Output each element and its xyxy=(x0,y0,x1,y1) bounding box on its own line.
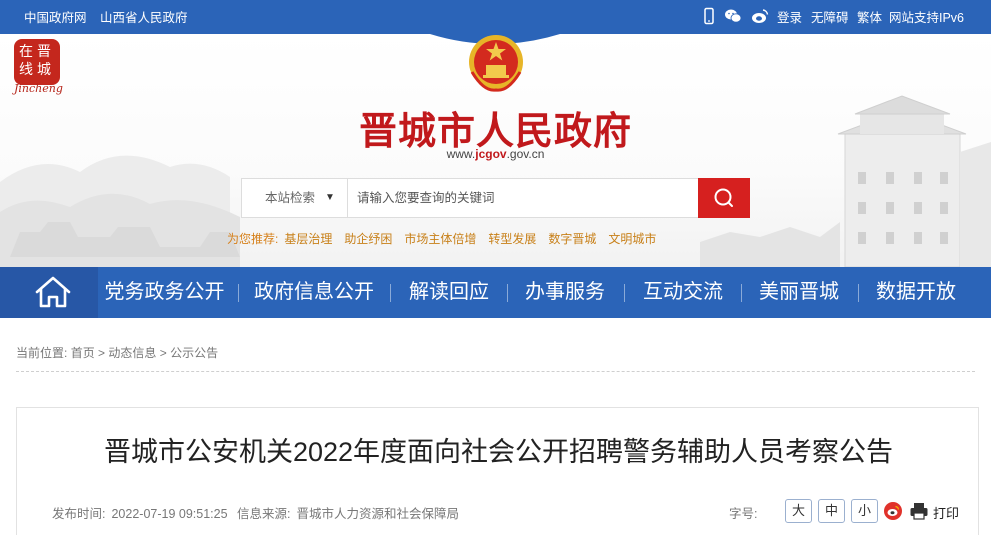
printer-icon[interactable] xyxy=(909,501,929,521)
search-scope-select[interactable]: 本站检索 ▼ xyxy=(242,179,348,217)
article-meta: 发布时间: 2022-07-19 09:51:25 信息来源: 晋城市人力资源和社会… xyxy=(52,507,460,521)
nav-services[interactable]: 办事服务 xyxy=(521,267,609,318)
nav-divider xyxy=(390,284,391,302)
weibo-share-icon[interactable] xyxy=(884,502,902,520)
national-emblem-icon xyxy=(469,35,523,92)
jincheng-online-logo[interactable]: 在晋 线城 xyxy=(14,39,60,85)
nav-interpretation[interactable]: 解读回应 xyxy=(405,267,493,318)
recommended-topics: 为您推荐: 基层治理 助企纾困 市场主体倍增 转型发展 数字晋城 文明城市 xyxy=(227,232,657,246)
top-bar: 中国政府网 山西省人民政府 登录 无障碍 繁体 网站支持IPv6 xyxy=(0,0,991,32)
font-size-medium-button[interactable]: 中 xyxy=(818,499,845,523)
breadcrumb-home[interactable]: 首页 xyxy=(71,346,95,360)
main-nav: 党务政务公开 政府信息公开 解读回应 办事服务 互动交流 美丽晋城 数据开放 xyxy=(0,267,991,318)
nav-divider xyxy=(238,284,239,302)
search-button[interactable] xyxy=(698,178,750,218)
site-url: www.jcgov.gov.cn xyxy=(446,147,545,161)
article-panel: 晋城市公安机关2022年度面向社会公开招聘警务辅助人员考察公告 发布时间: 202… xyxy=(16,407,979,535)
nav-open-data[interactable]: 数据开放 xyxy=(872,267,960,318)
article-source: 晋城市人力资源和社会保障局 xyxy=(296,507,460,521)
print-button[interactable]: 打印 xyxy=(933,503,959,522)
mobile-icon[interactable] xyxy=(700,7,718,25)
font-size-small-button[interactable]: 小 xyxy=(851,499,878,523)
search-input[interactable] xyxy=(349,179,698,217)
breadcrumb: 当前位置: 首页 > 动态信息 > 公示公告 xyxy=(16,346,219,360)
nav-party-affairs[interactable]: 党务政务公开 xyxy=(101,267,228,318)
nav-divider xyxy=(741,284,742,302)
publish-time: 2022-07-19 09:51:25 xyxy=(111,507,228,521)
recommend-transformation[interactable]: 转型发展 xyxy=(488,232,536,246)
wechat-icon[interactable] xyxy=(724,7,742,25)
ipv6-support-link[interactable]: 网站支持IPv6 xyxy=(889,7,964,26)
search-bar: 本站检索 ▼ xyxy=(241,178,750,218)
nav-gov-info[interactable]: 政府信息公开 xyxy=(250,267,378,318)
breadcrumb-announcements[interactable]: 公示公告 xyxy=(170,346,218,360)
recommend-civilized-city[interactable]: 文明城市 xyxy=(608,232,656,246)
article-title: 晋城市公安机关2022年度面向社会公开招聘警务辅助人员考察公告 xyxy=(103,437,894,467)
link-china-gov[interactable]: 中国政府网 xyxy=(24,7,87,26)
traditional-chinese-link[interactable]: 繁体 xyxy=(857,7,882,26)
nav-divider xyxy=(858,284,859,302)
logo-english-text: Jincheng xyxy=(14,82,63,95)
home-icon xyxy=(35,276,71,308)
nav-interaction[interactable]: 互动交流 xyxy=(639,267,727,318)
nav-beautiful-jincheng[interactable]: 美丽晋城 xyxy=(755,267,843,318)
breadcrumb-news[interactable]: 动态信息 xyxy=(108,346,156,360)
recommend-enterprise-relief[interactable]: 助企纾困 xyxy=(344,232,392,246)
search-icon xyxy=(714,188,733,207)
site-header: 在晋 线城 Jincheng 晋城市人民政府 www.jcgov.gov.cn … xyxy=(0,32,991,267)
caret-down-icon: ▼ xyxy=(325,192,335,203)
nav-home[interactable] xyxy=(0,267,98,318)
font-size-large-button[interactable]: 大 xyxy=(785,499,812,523)
recommend-digital-jincheng[interactable]: 数字晋城 xyxy=(548,232,596,246)
weibo-icon[interactable] xyxy=(751,7,769,25)
recommend-grassroots-governance[interactable]: 基层治理 xyxy=(284,232,332,246)
nav-divider xyxy=(507,284,508,302)
accessibility-link[interactable]: 无障碍 xyxy=(811,7,849,26)
login-link[interactable]: 登录 xyxy=(777,7,802,26)
recommend-market-entities[interactable]: 市场主体倍增 xyxy=(404,232,476,246)
nav-divider xyxy=(624,284,625,302)
link-shanxi-gov[interactable]: 山西省人民政府 xyxy=(100,7,188,26)
breadcrumb-divider xyxy=(16,371,975,372)
